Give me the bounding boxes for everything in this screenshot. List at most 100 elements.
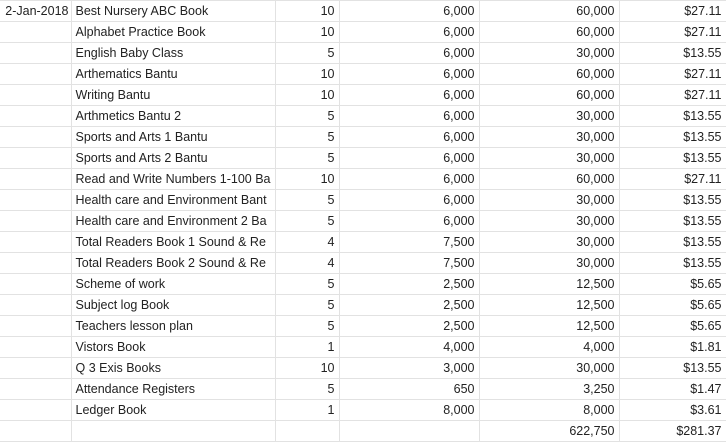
cell-price[interactable]: 6,000	[339, 126, 480, 148]
cell-date[interactable]	[0, 189, 72, 211]
cell-date[interactable]	[0, 21, 72, 43]
cell-amount[interactable]: 30,000	[479, 210, 620, 232]
cell-usd[interactable]: $13.55	[619, 231, 726, 253]
cell-item[interactable]: Q 3 Exis Books	[71, 357, 276, 379]
cell-total-usd[interactable]: $281.37	[619, 420, 726, 442]
cell-date[interactable]	[0, 357, 72, 379]
cell-date[interactable]	[0, 420, 72, 442]
cell-usd[interactable]: $13.55	[619, 147, 726, 169]
cell-qty[interactable]: 10	[275, 63, 340, 85]
cell-price[interactable]: 2,500	[339, 273, 480, 295]
cell-date[interactable]	[0, 294, 72, 316]
cell-usd[interactable]: $13.55	[619, 126, 726, 148]
cell-item[interactable]: Subject log Book	[71, 294, 276, 316]
cell-date[interactable]	[0, 84, 72, 106]
cell-usd[interactable]: $5.65	[619, 294, 726, 316]
cell-price[interactable]: 650	[339, 378, 480, 400]
cell-price[interactable]: 7,500	[339, 252, 480, 274]
cell-qty[interactable]: 5	[275, 189, 340, 211]
cell-amount[interactable]: 30,000	[479, 357, 620, 379]
cell-usd[interactable]: $13.55	[619, 210, 726, 232]
cell-item[interactable]: Total Readers Book 1 Sound & Re	[71, 231, 276, 253]
cell-qty[interactable]: 5	[275, 273, 340, 295]
cell-item[interactable]: Teachers lesson plan	[71, 315, 276, 337]
cell-qty[interactable]: 5	[275, 126, 340, 148]
cell-amount[interactable]: 30,000	[479, 147, 620, 169]
cell-qty[interactable]: 10	[275, 0, 340, 22]
cell-qty[interactable]: 10	[275, 84, 340, 106]
cell-price[interactable]: 2,500	[339, 294, 480, 316]
cell-date[interactable]	[0, 63, 72, 85]
cell-date[interactable]	[0, 231, 72, 253]
cell-price[interactable]: 4,000	[339, 336, 480, 358]
cell-date[interactable]	[0, 315, 72, 337]
cell-qty[interactable]: 5	[275, 294, 340, 316]
cell-qty[interactable]: 4	[275, 252, 340, 274]
cell-qty[interactable]: 10	[275, 168, 340, 190]
cell-amount[interactable]: 30,000	[479, 105, 620, 127]
cell-amount[interactable]: 60,000	[479, 21, 620, 43]
cell-price[interactable]: 6,000	[339, 42, 480, 64]
cell-date[interactable]	[0, 252, 72, 274]
cell-usd[interactable]: $27.11	[619, 0, 726, 22]
cell-usd[interactable]: $13.55	[619, 357, 726, 379]
cell-usd[interactable]: $27.11	[619, 84, 726, 106]
cell-usd[interactable]: $27.11	[619, 21, 726, 43]
cell-price[interactable]: 8,000	[339, 399, 480, 421]
cell-date[interactable]	[0, 168, 72, 190]
cell-qty[interactable]: 5	[275, 210, 340, 232]
cell-item[interactable]: Best Nursery ABC Book	[71, 0, 276, 22]
cell-amount[interactable]: 3,250	[479, 378, 620, 400]
cell-item[interactable]: Writing Bantu	[71, 84, 276, 106]
cell-item[interactable]: Read and Write Numbers 1-100 Ba	[71, 168, 276, 190]
cell-usd[interactable]: $27.11	[619, 63, 726, 85]
cell-usd[interactable]: $13.55	[619, 189, 726, 211]
cell-price[interactable]: 2,500	[339, 315, 480, 337]
cell-price[interactable]: 6,000	[339, 147, 480, 169]
cell-qty[interactable]: 5	[275, 378, 340, 400]
cell-date[interactable]	[0, 336, 72, 358]
cell-date[interactable]: 2-Jan-2018	[0, 0, 72, 22]
cell-price[interactable]: 6,000	[339, 63, 480, 85]
cell-amount[interactable]: 30,000	[479, 252, 620, 274]
cell-item[interactable]: Vistors Book	[71, 336, 276, 358]
cell-item[interactable]: Health care and Environment 2 Ba	[71, 210, 276, 232]
cell-qty[interactable]	[275, 420, 340, 442]
cell-usd[interactable]: $13.55	[619, 42, 726, 64]
cell-usd[interactable]: $1.81	[619, 336, 726, 358]
cell-item[interactable]: Health care and Environment Bant	[71, 189, 276, 211]
cell-usd[interactable]: $5.65	[619, 315, 726, 337]
cell-amount[interactable]: 30,000	[479, 42, 620, 64]
cell-price[interactable]: 6,000	[339, 189, 480, 211]
cell-item[interactable]: English Baby Class	[71, 42, 276, 64]
cell-amount[interactable]: 4,000	[479, 336, 620, 358]
cell-amount[interactable]: 12,500	[479, 315, 620, 337]
cell-item[interactable]: Scheme of work	[71, 273, 276, 295]
cell-amount[interactable]: 60,000	[479, 84, 620, 106]
cell-item[interactable]: Arthematics Bantu	[71, 63, 276, 85]
cell-usd[interactable]: $13.55	[619, 252, 726, 274]
cell-date[interactable]	[0, 399, 72, 421]
cell-amount[interactable]: 60,000	[479, 63, 620, 85]
cell-date[interactable]	[0, 147, 72, 169]
cell-price[interactable]: 6,000	[339, 21, 480, 43]
cell-usd[interactable]: $27.11	[619, 168, 726, 190]
cell-price[interactable]: 7,500	[339, 231, 480, 253]
cell-item[interactable]	[71, 420, 276, 442]
cell-price[interactable]: 3,000	[339, 357, 480, 379]
cell-item[interactable]: Arthmetics Bantu 2	[71, 105, 276, 127]
cell-usd[interactable]: $13.55	[619, 105, 726, 127]
cell-amount[interactable]: 12,500	[479, 294, 620, 316]
cell-amount[interactable]: 30,000	[479, 126, 620, 148]
cell-price[interactable]: 6,000	[339, 168, 480, 190]
cell-date[interactable]	[0, 378, 72, 400]
cell-price[interactable]: 6,000	[339, 210, 480, 232]
cell-price[interactable]: 6,000	[339, 105, 480, 127]
cell-qty[interactable]: 1	[275, 399, 340, 421]
cell-qty[interactable]: 1	[275, 336, 340, 358]
cell-qty[interactable]: 10	[275, 357, 340, 379]
cell-item[interactable]: Sports and Arts 1 Bantu	[71, 126, 276, 148]
cell-amount[interactable]: 8,000	[479, 399, 620, 421]
cell-amount[interactable]: 30,000	[479, 189, 620, 211]
cell-amount[interactable]: 12,500	[479, 273, 620, 295]
